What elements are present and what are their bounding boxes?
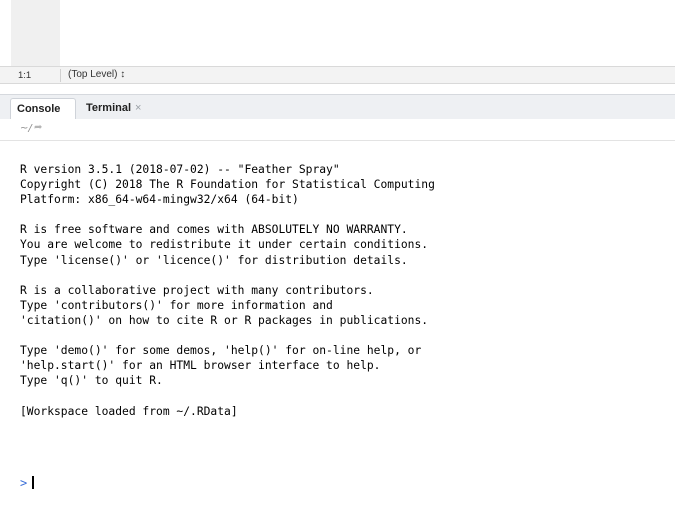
console-output-line: You are welcome to redistribute it under… (20, 238, 429, 252)
working-directory-bar: ~/ ➦ (0, 119, 675, 141)
scope-selector[interactable]: (Top Level) ↕ (68, 69, 125, 80)
source-editor-pane[interactable] (0, 0, 675, 66)
prompt-symbol: > (20, 476, 28, 490)
console-startup-text: R version 3.5.1 (2018-07-02) -- "Feather… (20, 162, 435, 419)
pane-splitter[interactable] (0, 84, 675, 94)
console-output-line: 'citation()' on how to cite R or R packa… (20, 313, 429, 327)
tab-console-label: Console (17, 103, 61, 115)
console-output-line: R version 3.5.1 (2018-07-02) -- "Feather… (20, 163, 340, 176)
close-icon[interactable]: × (135, 102, 141, 114)
console-output-line: Type 'q()' to quit R. (20, 374, 163, 388)
console-output-line: Type 'license()' or 'licence()' for dist… (20, 253, 408, 267)
editor-status-bar: 1:1 (Top Level) ↕ (0, 66, 675, 84)
console-output-line: [Workspace loaded from ~/.RData] (20, 404, 238, 418)
console-output-line: R is a collaborative project with many c… (20, 283, 374, 297)
console-output-line: Type 'demo()' for some demos, 'help()' f… (20, 344, 422, 358)
editor-margin (0, 0, 11, 66)
console-output-line: 'help.start()' for an HTML browser inter… (20, 359, 381, 373)
tab-terminal-label: Terminal (86, 102, 132, 114)
status-divider (60, 69, 61, 82)
console-output-line: R is free software and comes with ABSOLU… (20, 223, 408, 237)
console-output-line: Type 'contributors()' for more informati… (20, 298, 333, 312)
line-number-gutter (11, 0, 60, 66)
tab-console[interactable]: Console (10, 98, 76, 119)
go-to-directory-icon[interactable]: ➦ (34, 122, 42, 133)
console-output-line: Platform: x86_64-w64-mingw32/x64 (64-bit… (20, 193, 299, 207)
working-directory-path: ~/ (20, 123, 32, 134)
cursor-position: 1:1 (18, 70, 32, 81)
tab-terminal[interactable]: Terminal × (80, 98, 170, 119)
console-tab-bar: Console Terminal × (0, 94, 675, 119)
console-output[interactable]: R version 3.5.1 (2018-07-02) -- "Feather… (0, 141, 675, 508)
text-cursor (32, 476, 35, 489)
console-input-line[interactable]: > (20, 475, 35, 491)
console-output-line: Copyright (C) 2018 The R Foundation for … (20, 178, 435, 192)
